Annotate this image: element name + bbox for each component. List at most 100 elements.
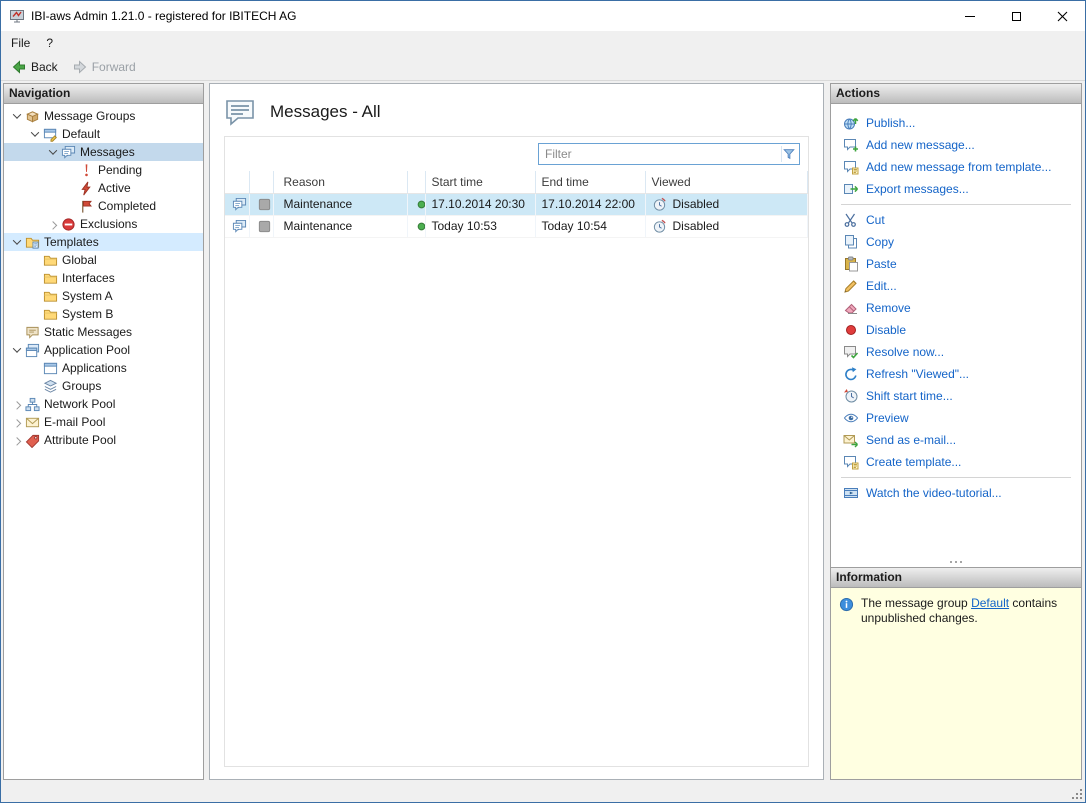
sidebar-item-message-groups[interactable]: Message Groups: [4, 107, 203, 125]
navigation-panel: Navigation Message Groups Default Messag…: [3, 83, 204, 780]
chevron-expanded-icon[interactable]: [28, 127, 42, 141]
action-shift-start-time[interactable]: Shift start time...: [831, 385, 1081, 407]
app-icon: [9, 8, 25, 24]
sidebar-item-system-b[interactable]: System B: [4, 305, 203, 323]
column-header-start-time[interactable]: Start time: [425, 171, 536, 194]
action-disable[interactable]: Disable: [831, 319, 1081, 341]
chevron-expanded-icon[interactable]: [10, 235, 24, 249]
page-title: Messages - All: [270, 102, 381, 121]
action-resolve-now[interactable]: Resolve now...: [831, 341, 1081, 363]
chevron-expanded-icon[interactable]: [10, 343, 24, 357]
table-row[interactable]: Maintenance Today 10:53 Today 10:54 Disa…: [225, 215, 808, 238]
information-panel: Information The message group Default co…: [830, 568, 1082, 780]
menubar: File ?: [1, 31, 1085, 54]
right-column: Actions Publish... Add new message... Ad…: [830, 83, 1082, 780]
completed-icon: [79, 199, 94, 214]
pending-icon: [79, 163, 94, 178]
messages-table-area: Reason Start time End time Viewed Mainte…: [224, 136, 809, 767]
information-message: The message group Default contains unpub…: [861, 596, 1058, 625]
filter-funnel-icon[interactable]: [781, 146, 799, 162]
filter-input-wrapper: [538, 143, 800, 165]
cut-icon: [843, 212, 859, 228]
action-add-new-message[interactable]: Add new message...: [831, 134, 1081, 156]
sidebar-item-static-messages[interactable]: Static Messages: [4, 323, 203, 341]
sidebar-item-groups[interactable]: Groups: [4, 377, 203, 395]
chevron-expanded-icon[interactable]: [46, 145, 60, 159]
export-messages-icon: [843, 181, 859, 197]
sidebar-item-pending[interactable]: Pending: [4, 161, 203, 179]
chevron-none: [28, 361, 42, 375]
info-icon: [839, 597, 854, 612]
action-create-template[interactable]: Create template...: [831, 451, 1081, 473]
folder-icon: [43, 271, 58, 286]
action-publish[interactable]: Publish...: [831, 112, 1081, 134]
sidebar-item-interfaces[interactable]: Interfaces: [4, 269, 203, 287]
actions-list: Publish... Add new message... Add new me…: [831, 104, 1081, 557]
sidebar-item-network-pool[interactable]: Network Pool: [4, 395, 203, 413]
add-message-from-template-icon: [843, 159, 859, 175]
menu-help[interactable]: ?: [38, 31, 61, 54]
message-group-icon: [43, 127, 58, 142]
action-preview[interactable]: Preview: [831, 407, 1081, 429]
action-watch-video-tutorial[interactable]: Watch the video-tutorial...: [831, 482, 1081, 504]
action-edit[interactable]: Edit...: [831, 275, 1081, 297]
close-button[interactable]: [1039, 1, 1085, 31]
column-header-end-time[interactable]: End time: [535, 171, 646, 194]
sidebar-item-attribute-pool[interactable]: Attribute Pool: [4, 431, 203, 449]
panel-splitter-handle[interactable]: [831, 557, 1081, 567]
sidebar-item-active[interactable]: Active: [4, 179, 203, 197]
back-button[interactable]: Back: [7, 57, 66, 77]
chevron-none: [64, 163, 78, 177]
network-pool-icon: [25, 397, 40, 412]
action-export-messages[interactable]: Export messages...: [831, 178, 1081, 200]
applications-icon: [43, 361, 58, 376]
action-paste[interactable]: Paste: [831, 253, 1081, 275]
minimize-button[interactable]: [947, 1, 993, 31]
default-group-link[interactable]: Default: [971, 596, 1009, 610]
sidebar-item-templates[interactable]: Templates: [4, 233, 203, 251]
sidebar-item-applications[interactable]: Applications: [4, 359, 203, 377]
chevron-collapsed-icon[interactable]: [10, 415, 24, 429]
action-copy[interactable]: Copy: [831, 231, 1081, 253]
main-panel: Messages - All Filter Reason Start time …: [209, 83, 824, 780]
information-panel-header: Information: [831, 568, 1081, 588]
chevron-collapsed-icon[interactable]: [10, 397, 24, 411]
exclusions-icon: [61, 217, 76, 232]
column-header-reason[interactable]: Reason: [273, 171, 408, 194]
action-send-as-email[interactable]: Send as e-mail...: [831, 429, 1081, 451]
table-row[interactable]: Maintenance 17.10.2014 20:30 17.10.2014 …: [225, 193, 808, 216]
refresh-viewed-icon: [843, 366, 859, 382]
messages-table: Reason Start time End time Viewed Mainte…: [225, 171, 808, 238]
chevron-expanded-icon[interactable]: [10, 109, 24, 123]
status-dot-green-icon: [414, 197, 426, 212]
resolve-icon: [843, 344, 859, 360]
resize-grip[interactable]: [1070, 787, 1083, 800]
menu-file[interactable]: File: [3, 31, 38, 54]
filter-input[interactable]: [539, 147, 781, 161]
sidebar-item-email-pool[interactable]: E-mail Pool: [4, 413, 203, 431]
sidebar-item-default[interactable]: Default: [4, 125, 203, 143]
close-icon: [1057, 11, 1067, 21]
action-refresh-viewed[interactable]: Refresh "Viewed"...: [831, 363, 1081, 385]
chevron-collapsed-icon[interactable]: [10, 433, 24, 447]
forward-button[interactable]: Forward: [68, 57, 144, 77]
column-header-check: [249, 171, 274, 194]
chevron-collapsed-icon[interactable]: [46, 217, 60, 231]
titlebar: IBI-aws Admin 1.21.0 - registered for IB…: [1, 1, 1085, 31]
action-remove[interactable]: Remove: [831, 297, 1081, 319]
sidebar-item-completed[interactable]: Completed: [4, 197, 203, 215]
sidebar-item-system-a[interactable]: System A: [4, 287, 203, 305]
sidebar-item-exclusions[interactable]: Exclusions: [4, 215, 203, 233]
application-pool-icon: [25, 343, 40, 358]
actions-panel: Actions Publish... Add new message... Ad…: [830, 83, 1082, 568]
column-header-viewed[interactable]: Viewed: [645, 171, 808, 194]
sidebar-item-global[interactable]: Global: [4, 251, 203, 269]
maximize-button[interactable]: [993, 1, 1039, 31]
sidebar-item-messages[interactable]: Messages: [4, 143, 203, 161]
chevron-none: [28, 379, 42, 393]
navigation-panel-header: Navigation: [4, 84, 203, 104]
action-cut[interactable]: Cut: [831, 209, 1081, 231]
action-add-new-message-from-template[interactable]: Add new message from template...: [831, 156, 1081, 178]
sidebar-item-application-pool[interactable]: Application Pool: [4, 341, 203, 359]
message-state-icon: [257, 197, 272, 212]
